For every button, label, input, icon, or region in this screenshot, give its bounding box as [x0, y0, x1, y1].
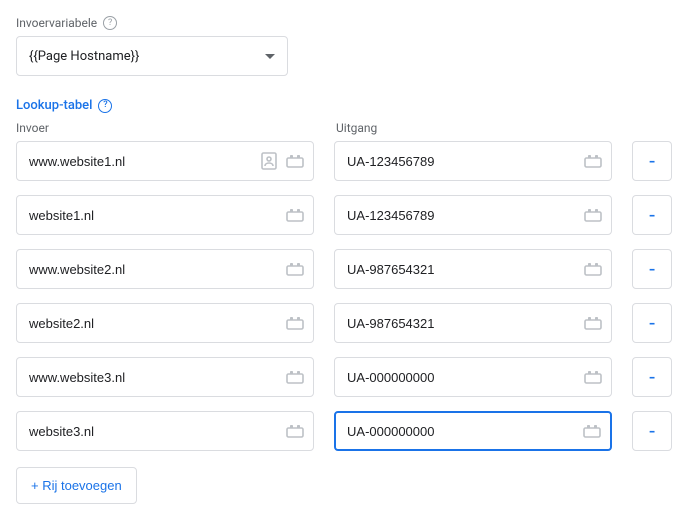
remove-row-button[interactable]: - — [632, 249, 672, 289]
table-row: - — [16, 357, 672, 397]
input-field[interactable] — [17, 250, 285, 288]
variable-picker-icon[interactable] — [583, 313, 603, 333]
input-field[interactable] — [17, 304, 285, 342]
input-variable-select[interactable]: {{Page Hostname}} — [16, 36, 288, 76]
lookup-table-label: Lookup-tabel ? — [16, 98, 672, 113]
variable-picker-icon[interactable] — [285, 259, 305, 279]
output-cell — [334, 249, 612, 289]
table-row: - — [16, 195, 672, 235]
output-cell — [334, 303, 612, 343]
variable-picker-icon[interactable] — [583, 367, 603, 387]
remove-row-button[interactable]: - — [632, 357, 672, 397]
output-cell — [334, 141, 612, 181]
input-cell — [16, 411, 314, 451]
output-cell — [334, 411, 612, 451]
add-row-button[interactable]: + Rij toevoegen — [16, 467, 137, 504]
table-row: - — [16, 303, 672, 343]
output-field[interactable] — [335, 250, 583, 288]
input-field[interactable] — [17, 358, 285, 396]
variable-picker-icon[interactable] — [285, 367, 305, 387]
output-field[interactable] — [335, 304, 583, 342]
variable-picker-icon[interactable] — [583, 259, 603, 279]
input-variable-value: {{Page Hostname}} — [29, 49, 139, 64]
remove-row-button[interactable]: - — [632, 141, 672, 181]
variable-picker-icon[interactable] — [285, 205, 305, 225]
table-body: - - - - - - — [16, 141, 672, 451]
input-field[interactable] — [17, 196, 285, 234]
variable-picker-icon[interactable] — [285, 313, 305, 333]
input-variable-label: Invoervariabele ? — [16, 16, 672, 30]
input-variable-label-text: Invoervariabele — [16, 16, 97, 30]
header-input: Invoer — [16, 121, 316, 135]
input-field[interactable] — [17, 412, 285, 450]
variable-picker-icon[interactable] — [285, 421, 305, 441]
chevron-down-icon — [265, 49, 275, 64]
remove-row-button[interactable]: - — [632, 411, 672, 451]
output-cell — [334, 195, 612, 235]
input-cell — [16, 141, 314, 181]
output-field[interactable] — [335, 196, 583, 234]
variable-picker-icon[interactable] — [583, 151, 603, 171]
variable-picker-icon[interactable] — [285, 151, 305, 171]
input-cell — [16, 195, 314, 235]
input-cell — [16, 249, 314, 289]
table-row: - — [16, 141, 672, 181]
table-row: - — [16, 249, 672, 289]
output-field[interactable] — [335, 358, 583, 396]
output-cell — [334, 357, 612, 397]
table-headers: Invoer Uitgang — [16, 121, 672, 135]
help-icon[interactable]: ? — [103, 16, 117, 30]
output-field[interactable] — [336, 413, 582, 449]
remove-row-button[interactable]: - — [632, 195, 672, 235]
input-field[interactable] — [17, 142, 259, 180]
remove-row-button[interactable]: - — [632, 303, 672, 343]
contact-card-icon[interactable] — [259, 151, 279, 171]
lookup-table-label-text: Lookup-tabel — [16, 98, 92, 113]
input-cell — [16, 303, 314, 343]
variable-picker-icon[interactable] — [583, 205, 603, 225]
input-cell — [16, 357, 314, 397]
output-field[interactable] — [335, 142, 583, 180]
help-icon[interactable]: ? — [98, 99, 112, 113]
variable-picker-icon[interactable] — [582, 421, 602, 441]
table-row: - — [16, 411, 672, 451]
header-output: Uitgang — [336, 121, 377, 135]
